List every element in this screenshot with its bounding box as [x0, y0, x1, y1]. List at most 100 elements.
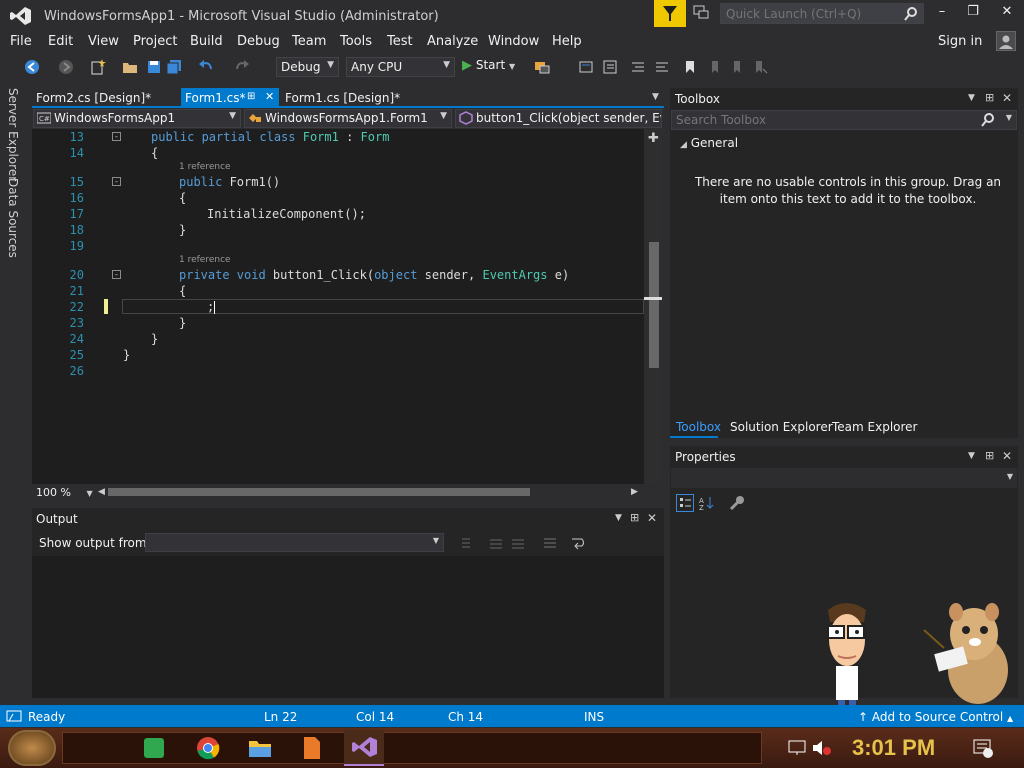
categorized-view-icon[interactable] — [676, 494, 694, 512]
solution-configuration-dropdown[interactable]: Debug ▼ — [276, 57, 339, 77]
account-avatar-icon[interactable] — [996, 31, 1016, 51]
window-position-chevron-icon[interactable]: ▼ — [968, 93, 975, 103]
menu-team[interactable]: Team — [292, 34, 326, 49]
toolbox-search-box[interactable]: ▼ — [671, 110, 1017, 130]
tab-form1-cs[interactable]: Form1.cs* ⊞ ✕ — [181, 88, 279, 108]
toggle-word-wrap-icon[interactable] — [570, 535, 586, 551]
side-tab-server-explorer[interactable]: Server Explorer — [6, 88, 20, 181]
close-panel-icon[interactable]: ✕ — [647, 511, 657, 525]
uncomment-lines-icon[interactable] — [654, 59, 670, 75]
maximize-button[interactable]: ❐ — [961, 4, 985, 24]
menu-edit[interactable]: Edit — [48, 34, 73, 49]
menu-analyze[interactable]: Analyze — [427, 34, 478, 49]
side-tab-data-sources[interactable]: Data Sources — [6, 178, 20, 258]
member-dropdown[interactable]: button1_Click(object sender, Eve — [455, 109, 662, 128]
tab-toolbox[interactable]: Toolbox — [676, 420, 721, 434]
close-tab-icon[interactable]: ✕ — [265, 90, 274, 103]
close-panel-icon[interactable]: ✕ — [1002, 449, 1012, 463]
auto-hide-pin-icon[interactable]: ⊞ — [985, 449, 994, 462]
status-insert-mode[interactable]: INS — [584, 710, 604, 724]
close-panel-icon[interactable]: ✕ — [1002, 91, 1012, 105]
auto-hide-pin-icon[interactable]: ⊞ — [985, 91, 994, 104]
codelens-reference[interactable]: 1 reference — [179, 255, 231, 265]
browser-link-icon[interactable] — [534, 59, 550, 75]
next-message-icon[interactable] — [510, 535, 526, 551]
clear-all-icon[interactable] — [542, 535, 558, 551]
menu-test[interactable]: Test — [387, 34, 413, 49]
save-all-icon[interactable] — [166, 59, 182, 75]
taskbar-clock[interactable]: 3:01 PM — [852, 735, 935, 761]
document-app-icon[interactable] — [302, 736, 322, 760]
sign-in-link[interactable]: Sign in — [938, 34, 982, 49]
project-dropdown[interactable]: C# WindowsFormsApp1 ▼ — [33, 109, 241, 128]
start-button[interactable] — [8, 730, 56, 766]
chrome-browser-icon[interactable] — [196, 736, 220, 760]
window-position-chevron-icon[interactable]: ▼ — [615, 513, 622, 523]
menu-build[interactable]: Build — [190, 34, 223, 49]
quick-launch-box[interactable] — [720, 3, 924, 24]
solution-explorer-toolbar-icon[interactable] — [602, 59, 618, 75]
menu-help[interactable]: Help — [552, 34, 582, 49]
tab-form1-design[interactable]: Form1.cs [Design]* — [281, 88, 431, 108]
collapse-region-icon[interactable]: - — [112, 177, 121, 186]
vertical-scroll-thumb[interactable] — [649, 242, 659, 368]
previous-message-icon[interactable] — [488, 535, 504, 551]
menu-file[interactable]: File — [10, 34, 32, 49]
next-bookmark-icon[interactable] — [730, 59, 746, 75]
tab-overflow-chevron-icon[interactable]: ▼ — [652, 92, 659, 102]
solution-platform-dropdown[interactable]: Any CPU ▼ — [346, 57, 455, 77]
navigate-forward-icon[interactable] — [58, 59, 74, 75]
step-into-icon[interactable] — [578, 59, 594, 75]
output-text-area[interactable] — [32, 556, 664, 698]
previous-bookmark-icon[interactable] — [706, 59, 722, 75]
bookmark-icon[interactable] — [682, 59, 698, 75]
auto-hide-pin-icon[interactable]: ⊞ — [630, 511, 639, 524]
comment-lines-icon[interactable] — [630, 59, 646, 75]
open-file-icon[interactable] — [122, 59, 138, 75]
tab-form2-design[interactable]: Form2.cs [Design]* — [32, 88, 178, 108]
split-editor-icon[interactable]: ✚ — [648, 131, 659, 146]
file-explorer-icon[interactable] — [248, 738, 272, 758]
redo-icon[interactable] — [234, 59, 250, 75]
action-center-icon[interactable] — [972, 738, 994, 758]
property-pages-wrench-icon[interactable] — [729, 495, 745, 511]
minimize-button[interactable]: – — [930, 4, 954, 24]
collapse-region-icon[interactable]: - — [112, 270, 121, 279]
collapse-region-icon[interactable]: - — [112, 132, 121, 141]
network-icon[interactable] — [788, 740, 806, 756]
output-window-icon[interactable] — [6, 709, 22, 725]
toolbox-search-input[interactable] — [672, 111, 972, 129]
notes-app-icon[interactable] — [144, 738, 164, 758]
scroll-left-icon[interactable]: ◀ — [98, 487, 105, 497]
tab-team-explorer[interactable]: Team Explorer — [832, 420, 918, 434]
undo-icon[interactable] — [198, 59, 214, 75]
tab-solution-explorer[interactable]: Solution Explorer — [730, 420, 833, 434]
pin-icon[interactable]: ⊞ — [247, 91, 255, 102]
window-position-chevron-icon[interactable]: ▼ — [968, 451, 975, 461]
menu-debug[interactable]: Debug — [237, 34, 280, 49]
clear-bookmarks-icon[interactable] — [752, 59, 768, 75]
menu-window[interactable]: Window — [488, 34, 539, 49]
find-message-in-code-icon[interactable] — [460, 535, 476, 551]
zoom-level-dropdown[interactable]: 100 % ▼ — [36, 486, 93, 499]
start-debugging-button[interactable]: ▶ Start ▼ — [462, 58, 515, 73]
save-icon[interactable] — [146, 59, 162, 75]
scroll-right-icon[interactable]: ▶ — [631, 487, 638, 497]
navigate-back-icon[interactable] — [24, 59, 40, 75]
toolbox-group-general[interactable]: ◢ General — [680, 136, 738, 150]
taskbar-visual-studio-button[interactable] — [344, 730, 384, 766]
volume-muted-icon[interactable] — [812, 740, 832, 756]
codelens-reference[interactable]: 1 reference — [179, 162, 231, 172]
menu-tools[interactable]: Tools — [340, 34, 372, 49]
menu-view[interactable]: View — [88, 34, 119, 49]
menu-project[interactable]: Project — [133, 34, 177, 49]
object-selector-dropdown[interactable]: ▼ — [671, 468, 1017, 488]
alphabetical-sort-icon[interactable]: AZ — [699, 495, 715, 512]
horizontal-scroll-thumb[interactable] — [108, 488, 530, 496]
output-source-dropdown[interactable]: ▼ — [145, 533, 444, 552]
feedback-icon[interactable] — [693, 4, 709, 20]
new-project-icon[interactable] — [90, 59, 106, 75]
chevron-down-icon[interactable]: ▼ — [1006, 113, 1012, 122]
add-to-source-control-button[interactable]: ↑ Add to Source Control ▲ — [858, 710, 1013, 724]
close-button[interactable]: ✕ — [995, 4, 1019, 24]
